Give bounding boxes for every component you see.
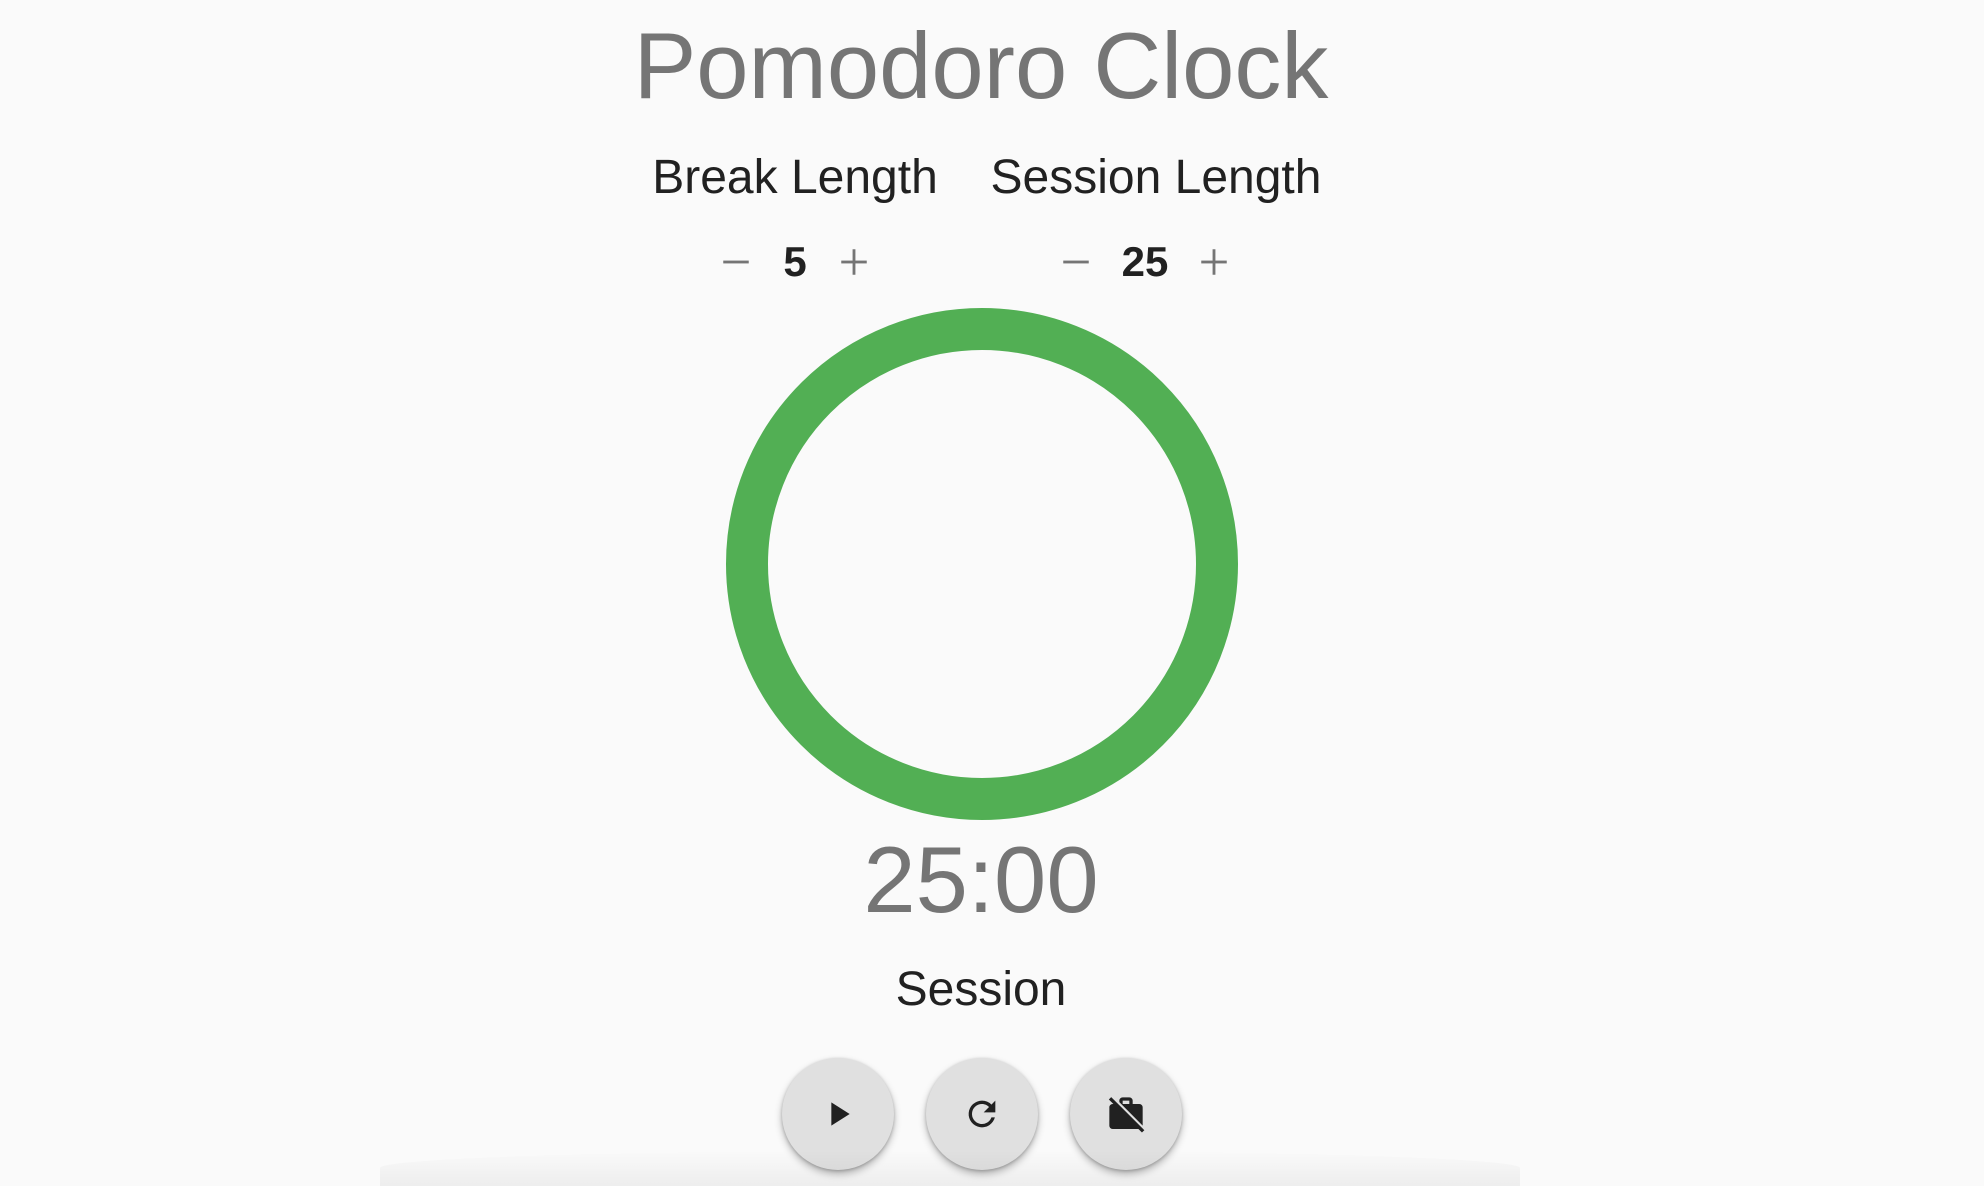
session-length-stepper: 25: [1050, 238, 1240, 286]
work-off-icon: [1108, 1097, 1145, 1133]
plus-icon: [1201, 249, 1227, 275]
session-increment-button[interactable]: [1190, 238, 1238, 286]
break-increment-button[interactable]: [830, 238, 878, 286]
session-length-section: Session Length: [978, 150, 1334, 205]
break-decrement-button[interactable]: [712, 238, 760, 286]
refresh-icon: [968, 1100, 996, 1128]
minus-icon: [1063, 260, 1089, 264]
progress-ring: [726, 308, 1238, 820]
play-icon: [831, 1102, 850, 1126]
session-length-label: Session Length: [990, 151, 1322, 204]
page-title: Pomodoro Clock: [633, 13, 1329, 118]
break-length-stepper: 5: [710, 238, 880, 286]
timer-mode-label: Session: [895, 963, 1067, 1016]
plus-icon: [841, 249, 867, 275]
bottom-sheet-shadow: [380, 1150, 1520, 1186]
break-length-value: 5: [783, 238, 807, 285]
session-decrement-button[interactable]: [1052, 238, 1100, 286]
progress-ring-arc: [726, 308, 1238, 820]
pomodoro-app: Pomodoro Clock Break Length 5 Session Le…: [0, 0, 1984, 1186]
session-length-value: 25: [1121, 238, 1169, 285]
break-length-section: Break Length: [648, 150, 942, 205]
break-length-label: Break Length: [652, 151, 938, 204]
timer-display: 25:00: [863, 827, 1099, 932]
minus-icon: [723, 260, 749, 264]
